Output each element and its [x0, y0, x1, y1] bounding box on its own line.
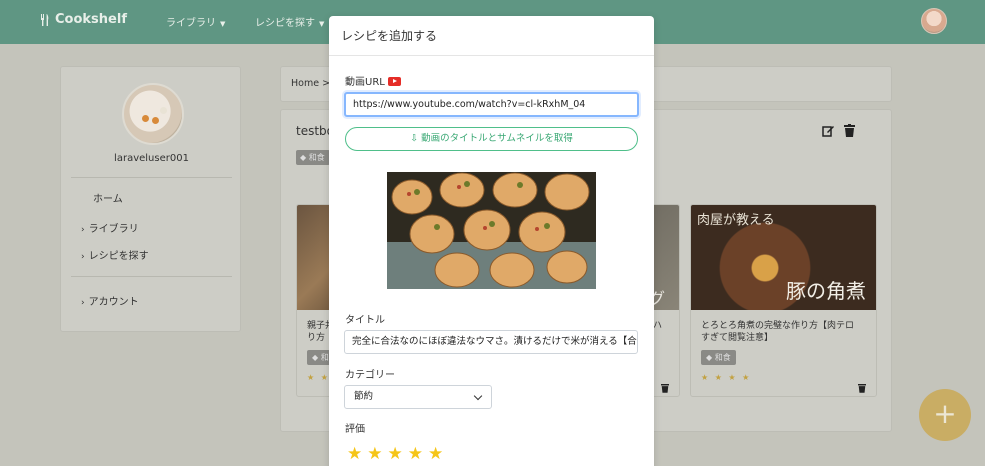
star-icon[interactable]: ★ [428, 444, 443, 464]
recipe-title-input[interactable]: 完全に合法なのにほぼ違法なウマさ。漬けるだけで米が消える【合法 [344, 330, 638, 354]
modal-header: レシピを追加する [329, 16, 654, 56]
title-label: タイトル [345, 315, 385, 326]
caret-down-icon: ▼ [220, 20, 226, 28]
brand-logo[interactable]: Cookshelf [40, 12, 127, 27]
divider [71, 276, 232, 277]
category-select[interactable]: 節約 [344, 385, 492, 409]
sidebar-item-label: アカウント [88, 297, 139, 308]
modal-title: レシピを追加する [341, 29, 438, 43]
star-icon[interactable]: ★ [408, 444, 423, 464]
recipe-card[interactable]: 肉屋が教える 豚の角煮 とろとろ角煮の完璧な作り方【肉テロ すぎて閲覧注意】 ◆ … [690, 204, 877, 397]
tag-label: 和食 [308, 153, 325, 162]
caret-down-icon: ▼ [319, 20, 325, 28]
nav-search-dropdown[interactable]: レシピを探す ▼ [255, 14, 324, 29]
trash-icon[interactable] [858, 383, 866, 393]
nav-library-label: ライブラリ [166, 18, 216, 29]
recipe-title: ハ [653, 321, 663, 331]
video-thumbnail [387, 172, 596, 289]
chevron-right-icon: › [81, 298, 85, 308]
sidebar-item-label: ホーム [93, 194, 123, 205]
tag-icon: ◆ [706, 353, 713, 362]
sidebar: laraveluser001 ホーム › ライブラリ › レシピを探す › アカウント [60, 66, 241, 332]
chevron-right-icon: › [81, 225, 85, 235]
recipe-title-value: 完全に合法なのにほぼ違法なウマさ。漬けるだけで米が消える【合法 [352, 336, 638, 347]
user-avatar[interactable] [921, 8, 947, 34]
chevron-down-icon [473, 391, 483, 401]
category-selected-value: 節約 [354, 391, 374, 402]
rating-stars: ★ ★ ★ ★ [701, 373, 752, 382]
divider [71, 177, 232, 178]
sidebar-item-home[interactable]: ホーム [93, 190, 123, 205]
sidebar-item-library[interactable]: › ライブラリ [81, 220, 139, 235]
star-icon[interactable]: ★ [347, 444, 362, 464]
star-icon[interactable]: ★ [367, 444, 382, 464]
trash-icon[interactable] [844, 124, 855, 137]
recipe-title: とろとろ角煮の完璧な作り方【肉テロ すぎて閲覧注意】 [701, 321, 855, 343]
youtube-icon [387, 76, 401, 86]
video-url-input[interactable] [344, 92, 639, 117]
cutlery-icon [41, 13, 49, 26]
trash-icon[interactable] [661, 383, 669, 393]
category-label: カテゴリー [345, 370, 395, 381]
rating-stars: ★ ★ [307, 373, 330, 382]
profile-image [122, 83, 184, 145]
username: laraveluser001 [114, 153, 189, 164]
edit-icon[interactable] [822, 124, 835, 137]
sidebar-item-label: レシピを探す [88, 251, 149, 262]
breadcrumb-home[interactable]: Home [291, 78, 319, 89]
url-label: 動画URL [345, 73, 401, 88]
rating-label: 評価 [345, 424, 365, 435]
brand-name: Cookshelf [55, 12, 127, 27]
tag-icon: ◆ [300, 153, 307, 162]
fetch-video-info-button[interactable]: ⇩ 動画のタイトルとサムネイルを取得 [345, 127, 638, 151]
star-icon[interactable]: ★ [388, 444, 403, 464]
sidebar-item-account[interactable]: › アカウント [81, 293, 139, 308]
sidebar-item-search[interactable]: › レシピを探す [81, 247, 149, 262]
nav-search-label: レシピを探す [255, 18, 315, 29]
add-recipe-fab[interactable]: + [919, 389, 971, 441]
nav-library-dropdown[interactable]: ライブラリ ▼ [166, 14, 225, 29]
add-recipe-modal: レシピを追加する 動画URL ⇩ 動画のタイトルとサムネイルを取得 [329, 16, 654, 466]
chevron-right-icon: › [81, 252, 85, 262]
tag-badge: ◆ 和食 [296, 150, 330, 165]
sidebar-item-label: ライブラリ [88, 224, 139, 235]
tag-icon: ◆ [312, 353, 319, 362]
recipe-thumbnail: 肉屋が教える 豚の角煮 [691, 205, 876, 310]
tag-badge: ◆ 和食 [701, 350, 736, 365]
rating-input[interactable]: ★ ★ ★ ★ ★ [347, 444, 443, 464]
